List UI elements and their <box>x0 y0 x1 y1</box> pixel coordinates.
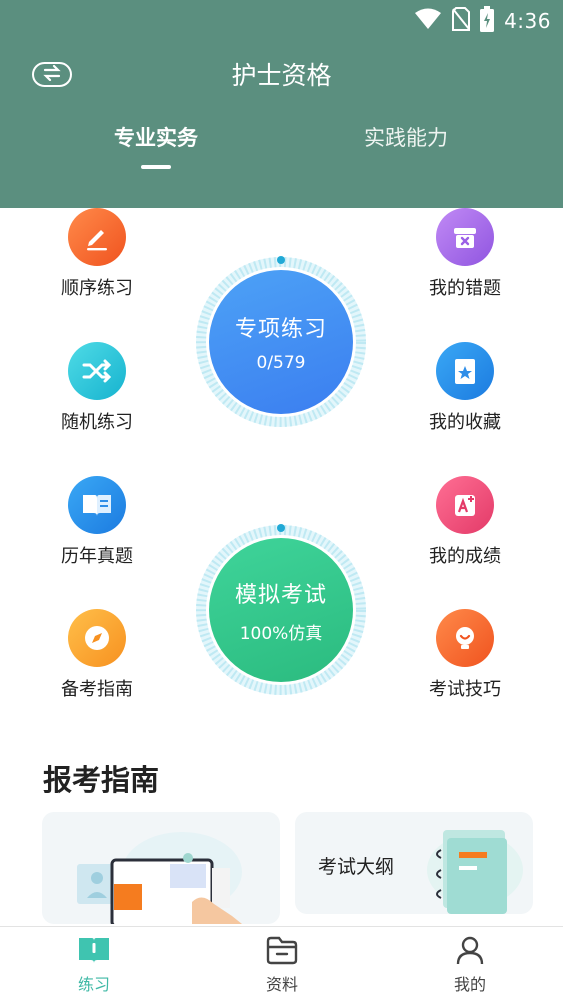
nav-profile[interactable]: 我的 <box>420 935 520 995</box>
nav-label: 练习 <box>77 975 110 994</box>
bottom-navigation: 练习 资料 我的 <box>0 926 563 1002</box>
exam-guide-button[interactable]: 备考指南 <box>42 609 152 701</box>
feature-label: 备考指南 <box>61 679 133 700</box>
my-favorites-button[interactable]: 我的收藏 <box>410 342 520 434</box>
status-time: 4:36 <box>504 9 551 33</box>
mock-exam-button[interactable]: 模拟考试 100%仿真 <box>195 524 367 696</box>
folder-icon <box>265 936 299 969</box>
active-tab-indicator <box>141 165 171 169</box>
random-practice-button[interactable]: 随机练习 <box>42 342 152 434</box>
feature-label: 随机练习 <box>61 412 133 433</box>
my-mistakes-button[interactable]: 我的错题 <box>410 208 520 300</box>
guide-card-computer[interactable] <box>42 812 280 924</box>
wifi-icon <box>414 8 442 34</box>
special-practice-button[interactable]: 专项练习 0/579 <box>195 256 367 428</box>
nav-label: 我的 <box>453 975 486 994</box>
computer-illustration <box>77 832 242 924</box>
compass-icon <box>68 609 126 667</box>
guide-card-syllabus[interactable]: 考试大纲 <box>295 812 533 914</box>
special-practice-title: 专项练习 <box>234 317 327 342</box>
practice-progress: 0/579 <box>256 353 306 373</box>
book-icon <box>68 476 126 534</box>
tab-practical-ability[interactable]: 实践能力 <box>350 122 462 152</box>
grade-icon <box>436 476 494 534</box>
guide-section-title: 报考指南 <box>43 763 160 797</box>
my-scores-button[interactable]: 我的成绩 <box>410 476 520 568</box>
feature-label: 我的成绩 <box>429 546 501 567</box>
exam-tips-button[interactable]: 考试技巧 <box>410 609 520 701</box>
feature-label: 顺序练习 <box>61 278 133 299</box>
book-open-icon <box>77 938 111 969</box>
header: 4:36 护士资格 专业实务 实践能力 <box>0 0 563 208</box>
past-exams-button[interactable]: 历年真题 <box>42 476 152 568</box>
nav-label: 资料 <box>265 975 298 994</box>
battery-charging-icon <box>480 6 495 36</box>
shuffle-icon <box>68 342 126 400</box>
notebook-illustration <box>427 830 523 914</box>
page-title: 护士资格 <box>231 61 332 90</box>
feature-label: 我的收藏 <box>429 412 501 433</box>
feature-label: 历年真题 <box>61 546 133 567</box>
subject-tabs: 专业实务 实践能力 <box>0 122 563 182</box>
nav-practice[interactable]: 练习 <box>44 935 144 995</box>
lightbulb-icon <box>436 609 494 667</box>
status-bar: 4:36 <box>0 0 563 40</box>
no-sim-icon <box>452 7 471 35</box>
tab-professional-practice[interactable]: 专业实务 <box>100 122 212 152</box>
user-icon <box>453 936 487 969</box>
wrong-box-icon <box>436 208 494 266</box>
sequential-practice-button[interactable]: 顺序练习 <box>42 208 152 300</box>
pencil-icon <box>68 208 126 266</box>
feature-label: 考试技巧 <box>429 679 501 700</box>
mock-exam-title: 模拟考试 <box>234 582 327 608</box>
mock-exam-subtitle: 100%仿真 <box>239 623 323 644</box>
star-bookmark-icon <box>436 342 494 400</box>
nav-materials[interactable]: 资料 <box>232 935 332 995</box>
feature-label: 我的错题 <box>429 278 501 299</box>
